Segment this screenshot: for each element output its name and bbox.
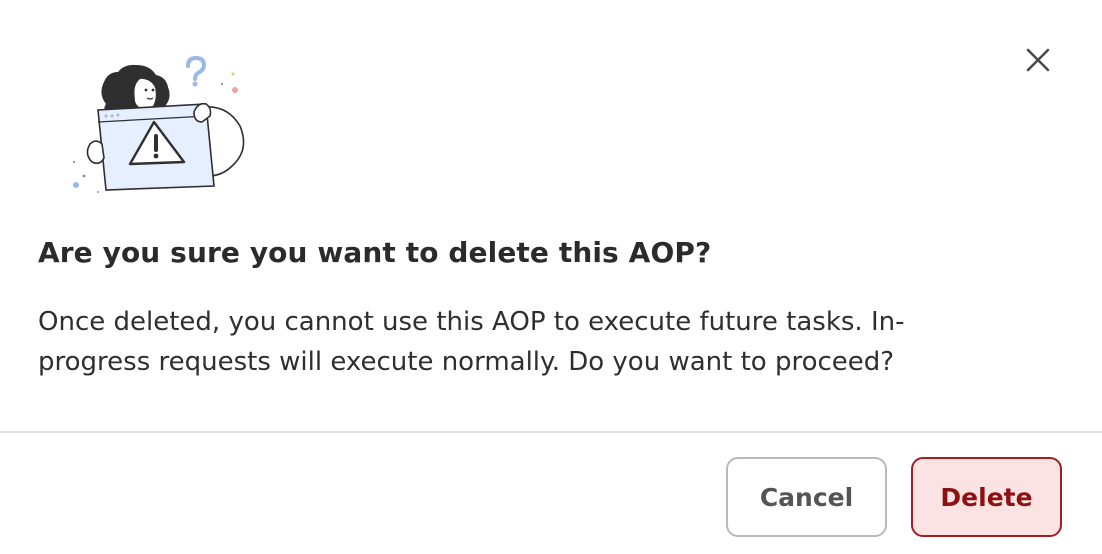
cancel-button[interactable]: Cancel xyxy=(726,457,887,537)
dialog-message: Once deleted, you cannot use this AOP to… xyxy=(38,307,905,377)
dialog-title: Are you sure you want to delete this AOP… xyxy=(38,236,712,269)
warning-illustration xyxy=(68,52,252,196)
close-icon xyxy=(1026,48,1050,72)
footer-divider xyxy=(0,431,1102,433)
delete-aop-dialog: Are you sure you want to delete this AOP… xyxy=(0,0,1102,554)
close-button[interactable] xyxy=(1018,40,1058,80)
delete-button[interactable]: Delete xyxy=(911,457,1062,537)
